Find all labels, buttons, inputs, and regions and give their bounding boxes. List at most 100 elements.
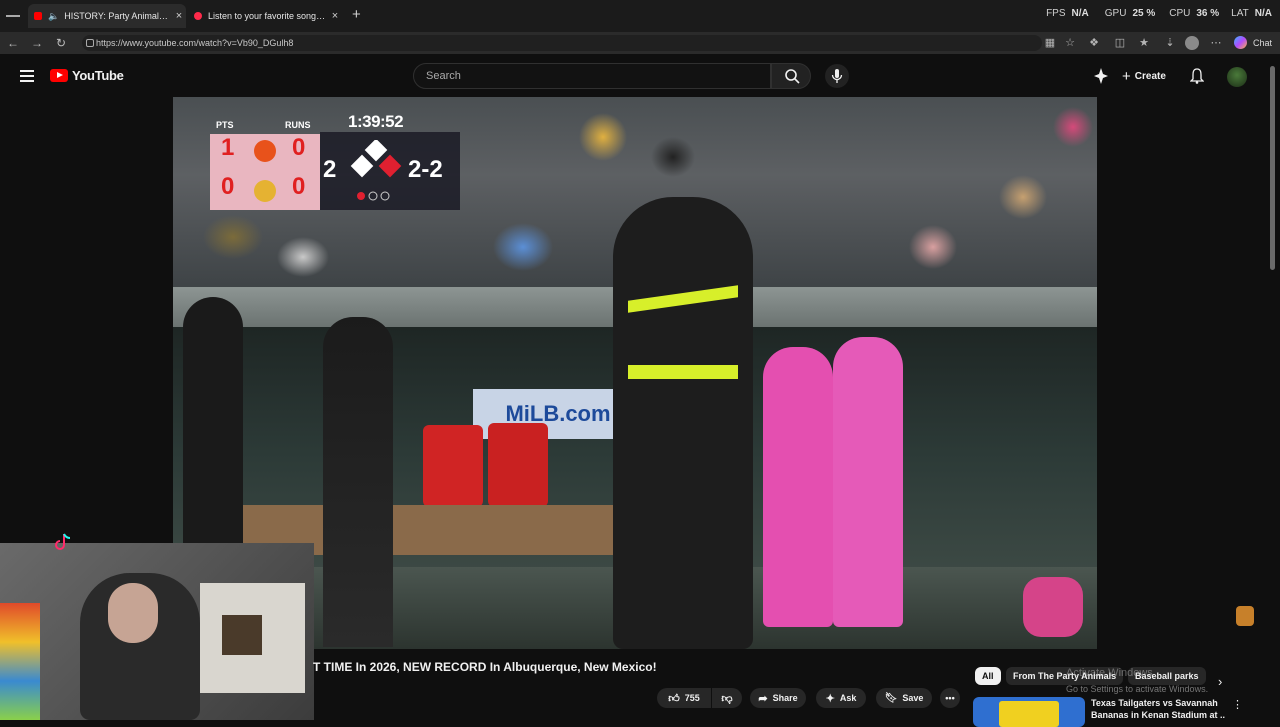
search-input[interactable]: Search xyxy=(413,63,771,89)
gpu-label: GPU xyxy=(1104,8,1127,19)
youtube-logo-text: YouTube xyxy=(72,68,124,83)
voice-search-button[interactable] xyxy=(825,64,849,88)
coach-figure xyxy=(183,297,243,557)
pts-label: PTS xyxy=(216,120,234,130)
ai-sparkle-icon[interactable] xyxy=(1094,68,1108,84)
app-available-icon[interactable]: ▦ xyxy=(1042,35,1058,51)
activate-windows-subtext: Go to Settings to activate Windows. xyxy=(1066,684,1209,694)
dislike-button[interactable]: 👎︎ xyxy=(712,688,742,708)
away-team-logo-icon xyxy=(254,180,276,202)
recommended-video-title[interactable]: Texas Tailgaters vs Savannah Bananas in … xyxy=(1091,697,1225,721)
site-info-icon[interactable] xyxy=(86,39,94,47)
sparkle-icon: ✦ xyxy=(825,692,835,705)
performance-overlay: FPS N/A GPU 25 % CPU 36 % LAT N/A xyxy=(1046,8,1272,19)
recommended-more-icon[interactable]: ⋮ xyxy=(1232,698,1243,711)
youtube-play-icon xyxy=(50,69,68,82)
home-runs: 0 xyxy=(292,134,306,161)
bookmark-icon: 🔖︎ xyxy=(884,692,898,704)
hamburger-menu-icon[interactable] xyxy=(20,70,34,82)
ask-button[interactable]: ✦ Ask xyxy=(816,688,866,708)
cpu-label: CPU xyxy=(1169,8,1191,19)
save-button[interactable]: 🔖︎ Save xyxy=(876,688,932,708)
tab-listen-songs[interactable]: Listen to your favorite songs and d × xyxy=(188,4,342,28)
ask-label: Ask xyxy=(839,693,857,703)
away-runs: 0 xyxy=(292,173,306,200)
new-tab-button[interactable]: + xyxy=(352,6,361,23)
split-screen-icon[interactable]: ◫ xyxy=(1112,35,1128,51)
game-clock: 1:39:52 xyxy=(348,112,404,131)
pink-bag xyxy=(1023,577,1083,637)
reload-icon[interactable]: ↻ xyxy=(52,34,70,52)
forward-arrow-icon[interactable]: → xyxy=(28,34,46,52)
tab-close-icon[interactable]: × xyxy=(328,10,342,22)
like-count: 755 xyxy=(684,693,700,703)
search-button[interactable] xyxy=(771,63,811,89)
create-label: Create xyxy=(1134,70,1166,82)
cameraman xyxy=(323,317,393,647)
chip-all[interactable]: All xyxy=(975,667,1001,685)
gpu-value: 25 % xyxy=(1132,8,1156,19)
favorites-icon[interactable]: ★ xyxy=(1136,35,1152,51)
fps-label: FPS xyxy=(1046,8,1066,19)
youtube-logo[interactable]: YouTube xyxy=(50,68,124,83)
tab-close-icon[interactable]: × xyxy=(172,10,186,22)
colorful-blanket xyxy=(0,603,40,720)
address-bar[interactable]: https://www.youtube.com/watch?v=Vb90_DGu… xyxy=(82,35,1042,51)
fps-value: N/A xyxy=(1071,8,1089,19)
teammate-pink xyxy=(763,347,833,627)
cpu-value: 36 % xyxy=(1196,8,1220,19)
extension-icon[interactable]: ❖ xyxy=(1086,35,1102,51)
recommended-video-thumbnail[interactable] xyxy=(973,697,1085,727)
water-cooler xyxy=(423,425,483,507)
browser-menu-icon[interactable]: ⋯ xyxy=(1208,35,1224,51)
home-pts: 1 xyxy=(221,134,235,161)
tab-label: Listen to your favorite songs and d xyxy=(208,11,328,21)
create-button[interactable]: + Create xyxy=(1122,66,1166,86)
batter-reflective-stripe xyxy=(628,365,738,379)
thumbs-up-icon: 👍︎ xyxy=(668,692,680,705)
chat-label[interactable]: Chat xyxy=(1253,38,1272,48)
ball-strike-count: 2-2 xyxy=(408,156,443,183)
channel-watermark-icon xyxy=(1236,606,1254,626)
video-title: T TIME In 2026, NEW RECORD In Albuquerqu… xyxy=(313,660,657,674)
thumbs-down-icon: 👎︎ xyxy=(721,692,733,705)
lat-label: LAT xyxy=(1231,8,1249,19)
favorite-star-icon[interactable]: ☆ xyxy=(1062,35,1078,51)
music-favicon-icon xyxy=(194,12,202,20)
downloads-icon[interactable]: ⇣ xyxy=(1162,35,1178,51)
water-cooler xyxy=(488,423,548,507)
streamer-webcam xyxy=(0,543,314,720)
home-team-logo-icon xyxy=(254,140,276,162)
away-pts: 0 xyxy=(221,173,235,200)
runs-label: RUNS xyxy=(285,120,311,130)
recommended-title-line1: Texas Tailgaters vs Savannah xyxy=(1091,698,1218,708)
microphone-icon xyxy=(831,69,843,83)
speaker-icon[interactable]: 🔈 xyxy=(48,11,59,22)
lat-value: N/A xyxy=(1254,8,1272,19)
inning-number: 2 xyxy=(323,156,337,183)
outs-indicator xyxy=(356,190,396,202)
tab-label: HISTORY: Party Animals & Fir xyxy=(64,11,172,21)
activate-windows-watermark: Activate Windows xyxy=(1066,667,1153,679)
share-button[interactable]: ➦ Share xyxy=(750,688,806,708)
poster-art xyxy=(222,615,262,655)
back-arrow-icon[interactable]: ← xyxy=(4,34,22,52)
youtube-favicon-icon xyxy=(34,12,42,20)
thumbnail-art xyxy=(999,701,1059,727)
window-menu-icon[interactable] xyxy=(6,10,20,22)
tab-history-party-animals[interactable]: 🔈 HISTORY: Party Animals & Fir × xyxy=(28,4,186,28)
bases-diamond-icon xyxy=(348,140,408,190)
profile-avatar[interactable] xyxy=(1185,36,1199,50)
notifications-bell-icon[interactable] xyxy=(1190,68,1204,84)
more-actions-button[interactable]: ••• xyxy=(940,688,960,708)
account-avatar[interactable] xyxy=(1227,67,1247,87)
chips-next-chevron-icon[interactable]: › xyxy=(1218,674,1222,689)
like-button[interactable]: 👍︎ 755 xyxy=(657,688,711,708)
tiktok-logo-icon xyxy=(52,531,74,553)
share-label: Share xyxy=(772,693,798,703)
page-scrollbar[interactable] xyxy=(1270,66,1275,270)
recommended-title-line2: Bananas in Kenan Stadium at ... xyxy=(1091,710,1225,720)
copilot-icon[interactable] xyxy=(1234,36,1247,49)
save-label: Save xyxy=(902,693,924,703)
streamer-face xyxy=(108,583,158,643)
